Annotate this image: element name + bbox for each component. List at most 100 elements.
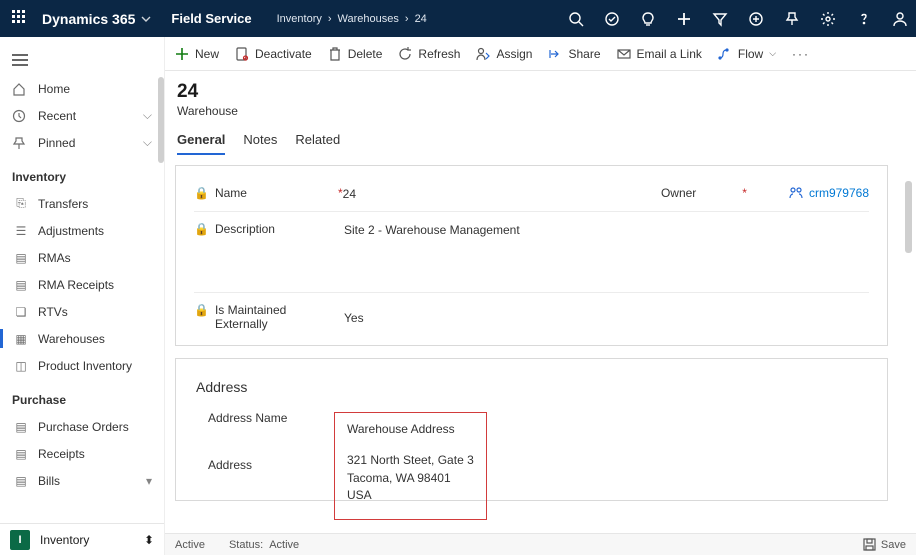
field-value-address-line[interactable]: USA: [347, 487, 474, 504]
sidebar-item-label: Warehouses: [38, 332, 105, 346]
field-value-owner[interactable]: crm979768: [789, 186, 869, 200]
sidebar-item-label: Purchase Orders: [38, 420, 129, 434]
sidebar-item-bills[interactable]: ▤Bills▾: [0, 467, 164, 494]
status-footer: Active Status: Active Save: [165, 533, 916, 555]
sidebar-item-label: RMAs: [38, 251, 71, 265]
sidebar-section-purchase: Purchase: [0, 379, 164, 413]
footer-status-label: Status:: [229, 539, 263, 551]
chevron-down-icon: ⌵: [143, 108, 152, 123]
user-icon[interactable]: [892, 11, 908, 27]
record-title: 24: [177, 81, 888, 103]
breadcrumb-item[interactable]: 24: [415, 13, 427, 25]
sidebar-item-label: RTVs: [38, 305, 68, 319]
pin-icon[interactable]: [784, 11, 800, 27]
field-label-description: 🔒 Description: [194, 222, 334, 236]
sidebar-pinned[interactable]: Pinned ⌵: [0, 129, 164, 156]
sidebar-item-label: Bills: [38, 474, 60, 488]
field-value-address-line[interactable]: Tacoma, WA 98401: [347, 470, 474, 487]
record-content: 24 Warehouse General Notes Related 🔒 Nam…: [165, 71, 916, 555]
general-form: 🔒 Name * 24 Owner * crm979768: [175, 165, 888, 346]
sidebar-recent[interactable]: Recent ⌵: [0, 102, 164, 129]
cmd-refresh[interactable]: Refresh: [398, 47, 460, 61]
module-name: Inventory: [40, 533, 89, 547]
sidebar-item-rmas[interactable]: ▤RMAs: [0, 244, 164, 271]
sidebar-item-purchase-orders[interactable]: ▤Purchase Orders: [0, 413, 164, 440]
field-value-name[interactable]: 24: [343, 186, 611, 201]
record-subtitle: Warehouse: [177, 104, 888, 118]
sidebar-home[interactable]: Home: [0, 75, 164, 102]
sidebar-label: Pinned: [38, 136, 75, 150]
cmd-flow[interactable]: Flow ⌵: [718, 47, 776, 61]
cmd-deactivate[interactable]: Deactivate: [235, 47, 312, 61]
add-circle-icon[interactable]: [748, 11, 764, 27]
sidebar-item-label: Transfers: [38, 197, 88, 211]
tab-related[interactable]: Related: [295, 132, 340, 155]
breadcrumb-item[interactable]: Inventory: [277, 13, 322, 25]
content-scrollbar[interactable]: [905, 181, 912, 253]
sidebar: Home Recent ⌵ Pinned ⌵ Inventory ⎘Transf…: [0, 37, 165, 555]
lightbulb-icon[interactable]: [640, 11, 656, 27]
tab-general[interactable]: General: [177, 132, 225, 155]
updown-icon: ⬍: [144, 533, 154, 547]
field-value-address-name[interactable]: Warehouse Address: [347, 421, 474, 438]
record-tabs: General Notes Related: [177, 132, 888, 155]
sidebar-section-inventory: Inventory: [0, 156, 164, 190]
chevron-down-icon[interactable]: [141, 14, 151, 24]
sidebar-label: Recent: [38, 109, 76, 123]
help-icon[interactable]: [856, 11, 872, 27]
sidebar-item-transfers[interactable]: ⎘Transfers: [0, 190, 164, 217]
app-launcher-icon[interactable]: [12, 10, 30, 28]
nav-utility-icons: [568, 11, 908, 27]
brand-title[interactable]: Dynamics 365: [42, 11, 135, 27]
caret-down-icon: ▾: [146, 474, 152, 488]
address-section: Address Address Name Warehouse Address 3…: [175, 358, 888, 501]
field-value-address-line[interactable]: 321 North Steet, Gate 3: [347, 452, 474, 469]
gear-icon[interactable]: [820, 11, 836, 27]
sidebar-item-label: Adjustments: [38, 224, 104, 238]
cmd-share[interactable]: Share: [548, 47, 600, 61]
sidebar-scrollbar[interactable]: [158, 77, 164, 163]
cmd-assign[interactable]: Assign: [476, 47, 532, 61]
chevron-down-icon: ⌵: [769, 48, 776, 59]
hamburger-icon[interactable]: [0, 45, 164, 75]
field-label-address-name: Address Name: [194, 411, 334, 425]
sidebar-item-rma-receipts[interactable]: ▤RMA Receipts: [0, 271, 164, 298]
field-value-description[interactable]: Site 2 - Warehouse Management: [344, 222, 869, 237]
sidebar-item-product-inventory[interactable]: ◫Product Inventory: [0, 352, 164, 379]
cmd-delete[interactable]: Delete: [328, 47, 383, 61]
task-icon[interactable]: [604, 11, 620, 27]
sidebar-item-receipts[interactable]: ▤Receipts: [0, 440, 164, 467]
command-bar: New Deactivate Delete Refresh Assign Sha…: [165, 37, 916, 71]
footer-state: Active: [175, 539, 205, 551]
field-label-owner: Owner: [661, 186, 696, 200]
search-icon[interactable]: [568, 11, 584, 27]
lock-icon: 🔒: [194, 222, 209, 236]
sidebar-item-label: RMA Receipts: [38, 278, 114, 292]
cmd-new[interactable]: New: [175, 47, 219, 61]
cmd-email-link[interactable]: Email a Link: [617, 47, 702, 61]
save-button[interactable]: Save: [863, 538, 906, 551]
highlight-box: Warehouse Address 321 North Steet, Gate …: [334, 412, 487, 520]
sidebar-item-label: Product Inventory: [38, 359, 132, 373]
section-title-address: Address: [196, 379, 869, 395]
sidebar-item-label: Receipts: [38, 447, 85, 461]
field-label-maintained: 🔒 Is Maintained Externally: [194, 303, 334, 331]
cmd-more[interactable]: ···: [792, 47, 810, 61]
main-area: New Deactivate Delete Refresh Assign Sha…: [165, 37, 916, 555]
tab-notes[interactable]: Notes: [243, 132, 277, 155]
footer-status-value: Active: [269, 539, 299, 551]
module-switcher[interactable]: I Inventory ⬍: [0, 523, 164, 555]
field-value-maintained[interactable]: Yes: [344, 303, 869, 325]
top-navbar: Dynamics 365 Field Service Inventory › W…: [0, 0, 916, 37]
breadcrumb: Inventory › Warehouses › 24: [274, 13, 430, 25]
chevron-down-icon: ⌵: [143, 135, 152, 150]
nav-module[interactable]: Field Service: [171, 11, 251, 26]
breadcrumb-item[interactable]: Warehouses: [338, 13, 399, 25]
filter-icon[interactable]: [712, 11, 728, 27]
sidebar-item-adjustments[interactable]: ☰Adjustments: [0, 217, 164, 244]
sidebar-item-rtvs[interactable]: ❏RTVs: [0, 298, 164, 325]
sidebar-label: Home: [38, 82, 70, 96]
sidebar-item-warehouses[interactable]: ▦Warehouses: [0, 325, 164, 352]
lock-icon: 🔒: [194, 303, 209, 317]
add-icon[interactable]: [676, 11, 692, 27]
